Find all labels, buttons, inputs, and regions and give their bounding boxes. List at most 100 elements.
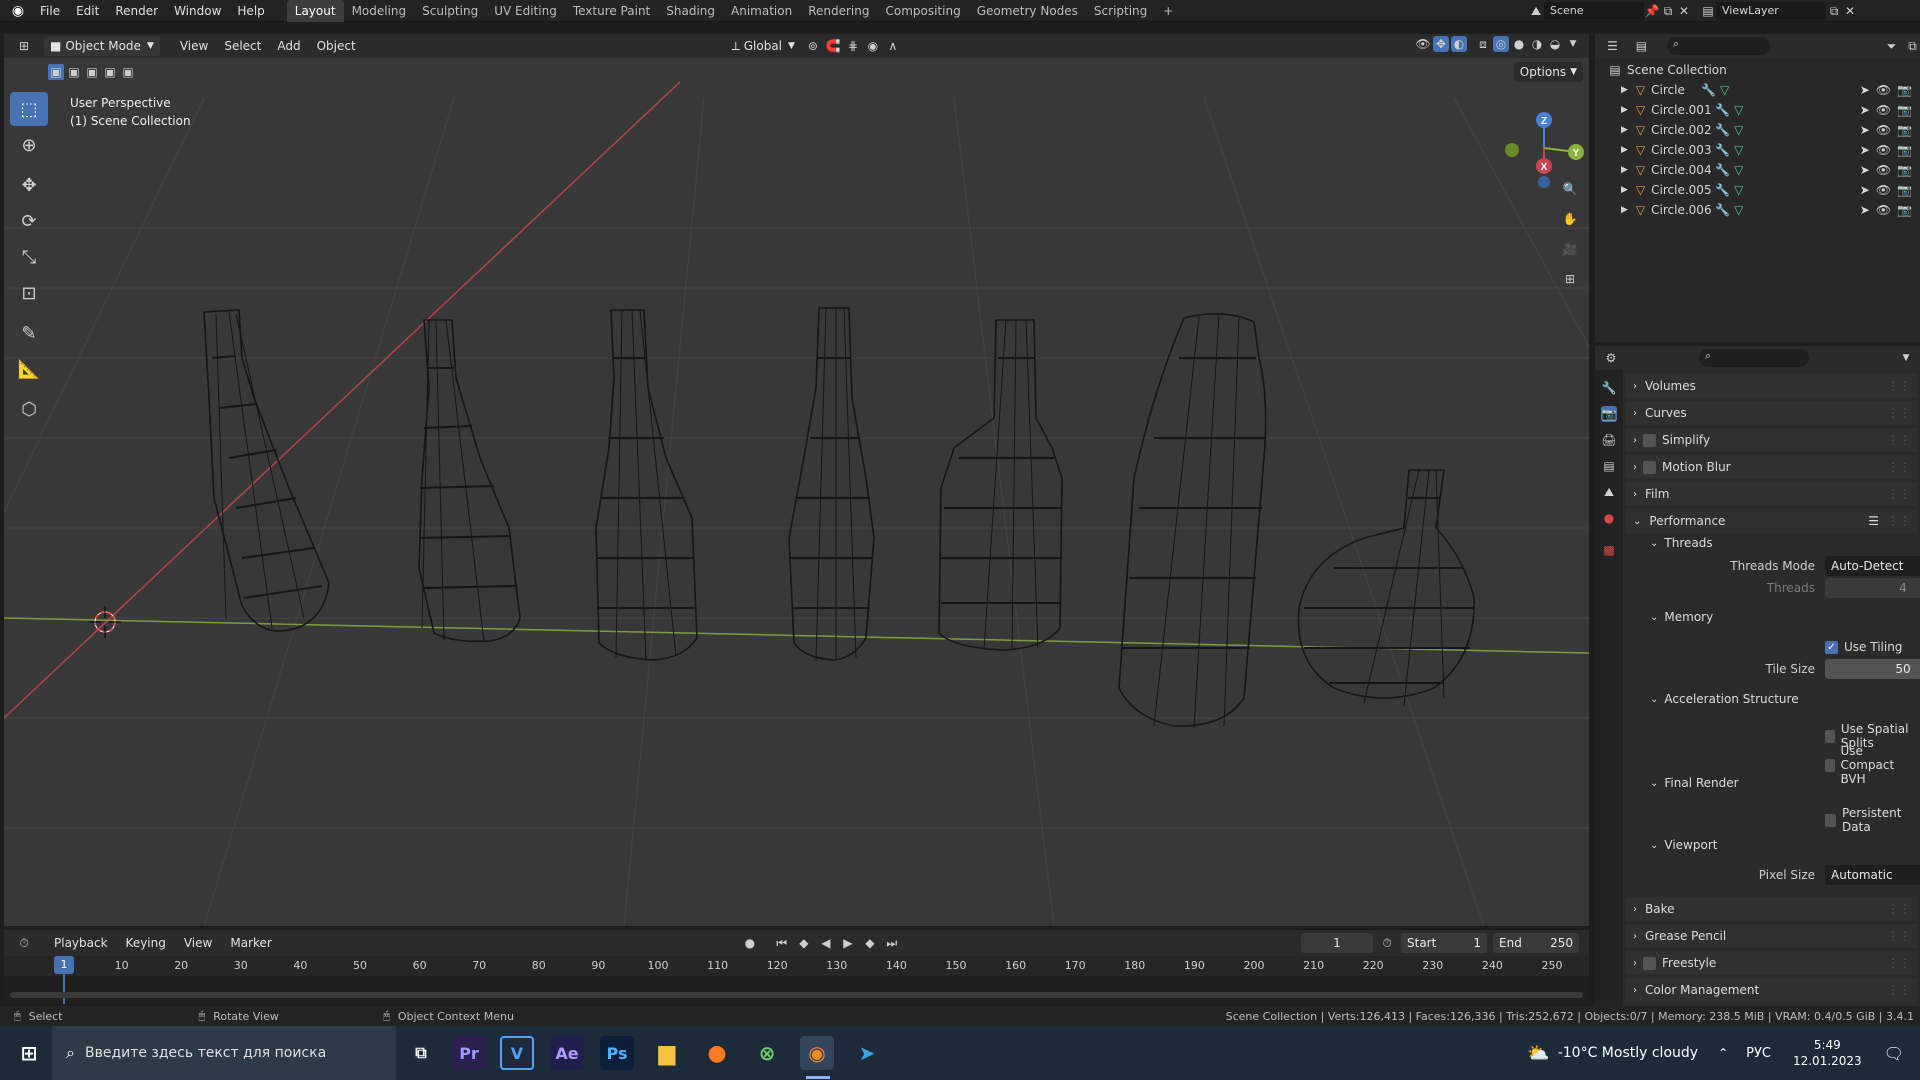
navigation-gizmo[interactable]: Z Y X: [1505, 112, 1584, 188]
annotate-tool-icon[interactable]: ✎: [10, 316, 48, 350]
subsection-acceleration[interactable]: ⌄ Acceleration Structure: [1650, 692, 1799, 706]
tab-geometry-nodes[interactable]: Geometry Nodes: [969, 0, 1086, 22]
eye-visibility-icon[interactable]: 👁: [1876, 183, 1891, 197]
new-scene-icon[interactable]: ⧉: [1660, 3, 1676, 19]
outliner-row[interactable]: ▶ ▽ Circle.004 🔧 ▽ ➤ 👁 📷: [1595, 160, 1920, 180]
chevron-down-icon[interactable]: ▼: [1898, 350, 1914, 366]
mesh-data-icon[interactable]: ▽: [1734, 103, 1743, 117]
menu-view[interactable]: View: [174, 39, 214, 53]
tile-size-field[interactable]: 50: [1825, 659, 1920, 679]
expand-arrow-icon[interactable]: ▶: [1621, 165, 1628, 175]
section-volumes[interactable]: › Volumes ⋮⋮: [1625, 374, 1917, 398]
view-layer-icon[interactable]: ▤: [1700, 3, 1716, 19]
eye-visibility-icon[interactable]: 👁: [1876, 83, 1891, 97]
subsection-viewport[interactable]: ⌄ Viewport: [1650, 838, 1717, 852]
object-mode-dropdown[interactable]: ■ Object Mode ▼: [44, 36, 160, 56]
freestyle-checkbox[interactable]: [1643, 956, 1656, 970]
gizmo-neg-z-icon[interactable]: [1538, 176, 1550, 188]
proportional-edit-icon[interactable]: ◉: [865, 38, 881, 54]
drag-handle-icon[interactable]: ⋮⋮: [1887, 460, 1911, 474]
3d-viewport[interactable]: Z Y X User Perspective (1) Scene Collect…: [4, 58, 1589, 926]
filter-icon[interactable]: ⏷: [1884, 38, 1899, 54]
drag-handle-icon[interactable]: ⋮⋮: [1887, 433, 1911, 447]
add-cube-tool-icon[interactable]: ⬡: [10, 392, 48, 426]
mesh-data-icon[interactable]: ▽: [1720, 83, 1729, 97]
pixel-size-dropdown[interactable]: Automatic⌄: [1825, 865, 1920, 885]
drag-handle-icon[interactable]: ⋮⋮: [1887, 983, 1911, 997]
outliner-row[interactable]: ▶ ▽ Circle.001 🔧 ▽ ➤ 👁 📷: [1595, 100, 1920, 120]
mesh-data-icon[interactable]: ▽: [1734, 163, 1743, 177]
select-subtract-icon[interactable]: ▣: [84, 64, 100, 80]
tray-chevron-up-icon[interactable]: ⌃: [1718, 1046, 1728, 1060]
properties-search-input[interactable]: ⌕: [1699, 349, 1809, 367]
camera-render-icon[interactable]: 📷: [1897, 83, 1912, 97]
outliner-row[interactable]: ▶ ▽ Circle.006 🔧 ▽ ➤ 👁 📷: [1595, 200, 1920, 220]
snap-icon[interactable]: 🧲: [825, 38, 841, 54]
gizmo-toggle-icon[interactable]: ✥: [1433, 36, 1449, 52]
properties-editor-icon[interactable]: ⚙: [1603, 350, 1619, 366]
object-name[interactable]: Circle.003: [1651, 143, 1715, 157]
subsection-memory[interactable]: ⌄ Memory: [1650, 610, 1713, 624]
subsection-threads[interactable]: ⌄ Threads: [1650, 536, 1713, 550]
tab-compositing[interactable]: Compositing: [877, 0, 968, 22]
cursor-tool-icon[interactable]: ⊕: [10, 128, 48, 162]
outliner-row[interactable]: ▶ ▽ Circle.005 🔧 ▽ ➤ 👁 📷: [1595, 180, 1920, 200]
eye-visibility-icon[interactable]: 👁: [1876, 203, 1891, 217]
visibility-icon[interactable]: 👁: [1415, 36, 1431, 52]
vegas-icon[interactable]: V: [500, 1036, 534, 1070]
section-performance[interactable]: ⌄ Performance ☰ ⋮⋮: [1625, 509, 1917, 533]
output-tab-icon[interactable]: 🖨: [1601, 432, 1617, 448]
section-bake[interactable]: › Bake ⋮⋮: [1625, 897, 1917, 921]
select-box-tool-icon[interactable]: ⬚: [10, 92, 48, 126]
section-simplify[interactable]: › Simplify ⋮⋮: [1625, 428, 1917, 452]
snap-target-icon[interactable]: ⋕: [845, 38, 861, 54]
menu-help[interactable]: Help: [229, 4, 272, 18]
tab-animation[interactable]: Animation: [723, 0, 800, 22]
object-name[interactable]: Circle.004: [1651, 163, 1715, 177]
premiere-icon[interactable]: Pr: [452, 1036, 486, 1070]
outliner-row[interactable]: ▶ ▽ Circle.003 🔧 ▽ ➤ 👁 📷: [1595, 140, 1920, 160]
tab-modeling[interactable]: Modeling: [344, 0, 415, 22]
compact-bvh-checkbox[interactable]: Use Compact BVH: [1825, 744, 1920, 786]
section-color-management[interactable]: › Color Management ⋮⋮: [1625, 978, 1917, 1002]
rendered-shading-icon[interactable]: ◒: [1547, 36, 1563, 52]
editor-type-icon[interactable]: ⊞: [16, 38, 32, 54]
task-view-icon[interactable]: ⧉: [404, 1036, 438, 1070]
weather-icon[interactable]: ⛅: [1527, 1043, 1549, 1064]
bottle-circle-003[interactable]: [788, 307, 875, 661]
selectable-arrow-icon[interactable]: ➤: [1860, 143, 1870, 157]
texture-tab-icon[interactable]: ▩: [1601, 542, 1617, 558]
timeline-scrollbar[interactable]: [10, 992, 1583, 998]
options-dropdown[interactable]: Options ▼: [1513, 62, 1583, 82]
camera-render-icon[interactable]: 📷: [1897, 203, 1912, 217]
drag-handle-icon[interactable]: ⋮⋮: [1887, 487, 1911, 501]
selectable-arrow-icon[interactable]: ➤: [1860, 103, 1870, 117]
drag-handle-icon[interactable]: ⋮⋮: [1887, 956, 1911, 970]
drag-handle-icon[interactable]: ⋮⋮: [1887, 514, 1911, 528]
expand-arrow-icon[interactable]: ▶: [1621, 125, 1628, 135]
transform-tool-icon[interactable]: ⊡: [10, 276, 48, 310]
camera-view-icon[interactable]: 🎥: [1559, 238, 1581, 260]
prev-keyframe-icon[interactable]: ◆: [796, 935, 812, 951]
timeline-editor-icon[interactable]: ⏱: [16, 935, 32, 951]
menu-render[interactable]: Render: [107, 4, 166, 18]
outliner-editor-icon[interactable]: ☰: [1605, 38, 1620, 54]
bottle-circle-006[interactable]: [1297, 469, 1475, 707]
persistent-data-checkbox[interactable]: Persistent Data: [1825, 806, 1920, 834]
simplify-checkbox[interactable]: [1643, 433, 1656, 447]
menu-select[interactable]: Select: [218, 39, 267, 53]
camera-render-icon[interactable]: 📷: [1897, 163, 1912, 177]
rotate-tool-icon[interactable]: ⟳: [10, 204, 48, 238]
modifier-wrench-icon[interactable]: 🔧: [1715, 163, 1730, 177]
render-tab-icon[interactable]: 📷: [1601, 406, 1617, 422]
modifier-wrench-icon[interactable]: 🔧: [1715, 103, 1730, 117]
pivot-icon[interactable]: ⊚: [805, 38, 821, 54]
motion-blur-checkbox[interactable]: [1643, 460, 1656, 474]
tab-texture-paint[interactable]: Texture Paint: [565, 0, 658, 22]
pan-hand-icon[interactable]: ✋: [1559, 208, 1581, 230]
blender-taskbar-icon[interactable]: ◉: [800, 1036, 834, 1070]
move-tool-icon[interactable]: ✥: [10, 168, 48, 202]
tab-rendering[interactable]: Rendering: [800, 0, 877, 22]
scene-name[interactable]: Scene: [1544, 2, 1644, 20]
tab-scripting[interactable]: Scripting: [1086, 0, 1155, 22]
